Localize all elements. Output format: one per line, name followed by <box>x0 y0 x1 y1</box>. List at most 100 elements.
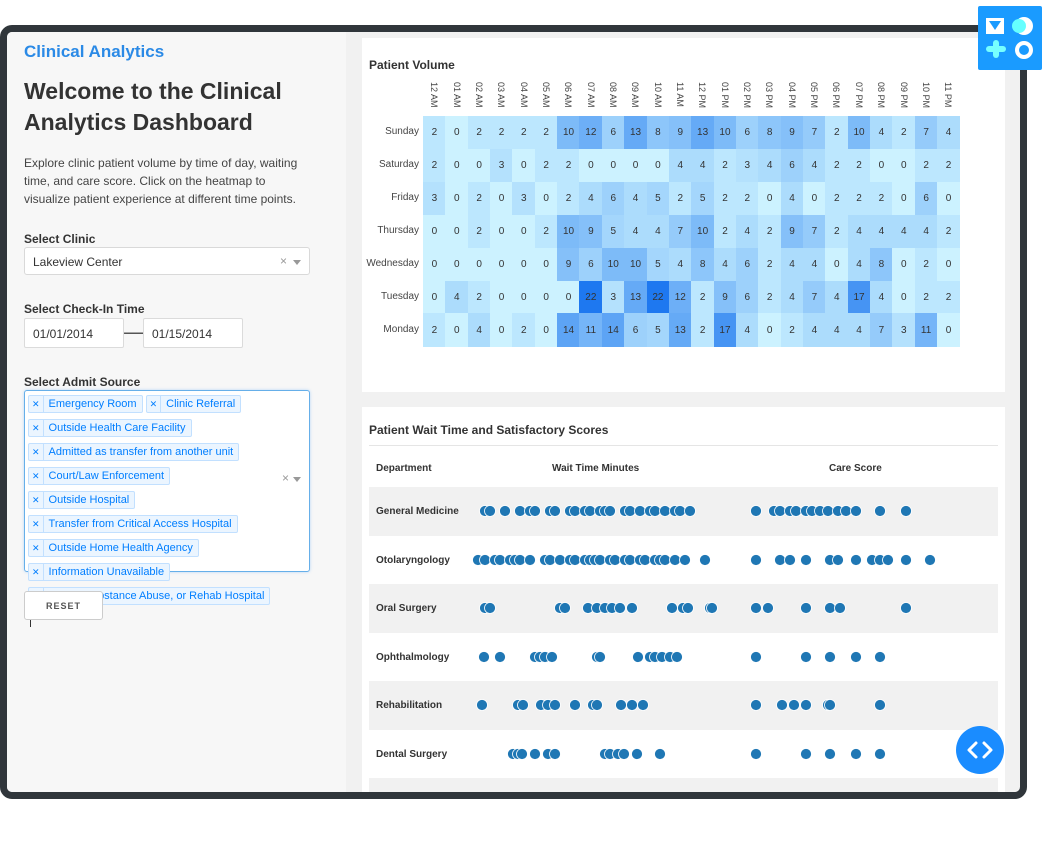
heatmap-cell[interactable]: 2 <box>825 148 849 183</box>
heatmap-cell[interactable]: 3 <box>892 313 916 347</box>
chevron-down-icon[interactable] <box>293 260 301 265</box>
remove-tag-icon[interactable]: ✕ <box>147 396 162 412</box>
heatmap-cell[interactable]: 10 <box>557 116 580 150</box>
heatmap-cell[interactable]: 2 <box>914 148 938 183</box>
wait-time-dot[interactable] <box>624 505 636 517</box>
heatmap-cell[interactable]: 2 <box>735 181 759 216</box>
heatmap-cell[interactable]: 10 <box>691 214 715 249</box>
heatmap-cell[interactable]: 4 <box>825 313 849 347</box>
care-score-dot[interactable] <box>850 747 862 760</box>
heatmap-cell[interactable]: 13 <box>624 280 647 314</box>
wait-time-dot[interactable] <box>494 553 506 566</box>
wait-time-dot[interactable] <box>682 602 694 614</box>
wait-time-dot[interactable] <box>569 699 581 711</box>
care-score-dot[interactable] <box>824 747 836 760</box>
wait-time-dot[interactable] <box>549 505 561 517</box>
heatmap-cell[interactable]: 2 <box>423 116 446 150</box>
heatmap-cell[interactable]: 13 <box>668 313 692 347</box>
heatmap-cell[interactable]: 0 <box>512 214 536 249</box>
wait-time-dot[interactable] <box>659 553 671 566</box>
wait-time-dot[interactable] <box>524 553 536 566</box>
wait-time-dot[interactable] <box>529 747 541 760</box>
heatmap-cell[interactable]: 0 <box>445 181 469 216</box>
heatmap-cell[interactable]: 4 <box>624 214 647 249</box>
heatmap-cell[interactable]: 0 <box>512 247 536 281</box>
heatmap-cell[interactable]: 4 <box>713 247 737 281</box>
wait-time-dot[interactable] <box>494 650 506 663</box>
heatmap-cell[interactable]: 2 <box>937 280 960 314</box>
heatmap-cell[interactable]: 8 <box>646 116 670 150</box>
heatmap-cell[interactable]: 0 <box>937 181 960 216</box>
heatmap-cell[interactable]: 4 <box>802 247 826 281</box>
heatmap-cell[interactable]: 22 <box>646 280 670 314</box>
care-score-dot[interactable] <box>750 505 762 517</box>
start-date-input[interactable]: 01/01/2014 <box>24 318 124 348</box>
heatmap-cell[interactable]: 5 <box>646 313 670 347</box>
heatmap-cell[interactable]: 2 <box>713 214 737 249</box>
heatmap-cell[interactable]: 2 <box>914 247 938 281</box>
heatmap-cell[interactable]: 2 <box>467 116 491 150</box>
heatmap-cell[interactable]: 4 <box>668 247 692 281</box>
heatmap-cell[interactable]: 6 <box>579 247 603 281</box>
heatmap-cell[interactable]: 0 <box>445 148 469 183</box>
heatmap-cell[interactable]: 0 <box>534 247 558 281</box>
heatmap-cell[interactable]: 7 <box>870 313 893 347</box>
heatmap-cell[interactable]: 11 <box>914 313 938 347</box>
heatmap-cell[interactable]: 6 <box>624 313 647 347</box>
heatmap-cell[interactable]: 2 <box>691 313 715 347</box>
heatmap-cell[interactable]: 4 <box>624 181 647 216</box>
heatmap-cell[interactable]: 4 <box>847 247 871 281</box>
wait-time-dot[interactable] <box>631 747 643 760</box>
heatmap-cell[interactable]: 4 <box>937 116 960 150</box>
wait-time-dot[interactable] <box>626 602 638 614</box>
heatmap-cell[interactable]: 3 <box>423 181 446 216</box>
care-score-dot[interactable] <box>822 505 834 517</box>
heatmap-cell[interactable]: 0 <box>534 313 558 347</box>
heatmap-cell[interactable]: 7 <box>668 214 692 249</box>
heatmap-cell[interactable]: 2 <box>668 181 692 216</box>
care-score-dot[interactable] <box>900 553 912 566</box>
wait-time-dot[interactable] <box>514 505 526 517</box>
heatmap-cell[interactable]: 4 <box>445 280 469 314</box>
remove-tag-icon[interactable]: ✕ <box>29 516 44 532</box>
wait-time-dot[interactable] <box>569 553 581 566</box>
wait-time-dot[interactable] <box>484 602 496 614</box>
care-score-dot[interactable] <box>774 553 786 566</box>
wait-time-dot[interactable] <box>618 747 630 760</box>
wait-time-dot[interactable] <box>554 553 566 566</box>
heatmap-cell[interactable]: 2 <box>534 116 558 150</box>
care-score-dot[interactable] <box>874 505 886 517</box>
care-score-dot[interactable] <box>850 553 862 566</box>
heatmap-cell[interactable]: 10 <box>601 247 625 281</box>
care-score-dot[interactable] <box>800 602 812 614</box>
heatmap-cell[interactable]: 0 <box>892 280 916 314</box>
wait-time-dot[interactable] <box>706 602 718 614</box>
heatmap-cell[interactable]: 0 <box>467 148 491 183</box>
wait-time-dot[interactable] <box>666 602 678 614</box>
wait-time-dot[interactable] <box>559 602 571 614</box>
wait-time-dot[interactable] <box>478 650 490 663</box>
heatmap-cell[interactable]: 6 <box>735 280 759 314</box>
heatmap-cell[interactable]: 0 <box>937 247 960 281</box>
heatmap-cell[interactable]: 12 <box>579 116 603 150</box>
care-score-dot[interactable] <box>776 699 788 711</box>
heatmap-cell[interactable]: 0 <box>579 148 603 183</box>
heatmap-cell[interactable]: 2 <box>467 181 491 216</box>
heatmap-cell[interactable]: 2 <box>713 148 737 183</box>
wait-time-dot[interactable] <box>674 505 686 517</box>
wait-time-dot[interactable] <box>529 505 541 517</box>
heatmap-cell[interactable]: 0 <box>534 181 558 216</box>
wait-time-dot[interactable] <box>632 650 644 663</box>
heatmap-cell[interactable]: 4 <box>780 247 804 281</box>
heatmap-cell[interactable]: 0 <box>490 214 513 249</box>
end-date-input[interactable]: 01/15/2014 <box>143 318 243 348</box>
care-score-dot[interactable] <box>800 747 812 760</box>
admit-source-multiselect[interactable]: ✕ Emergency Room ✕ Clinic Referral ✕ Outside … <box>24 390 310 627</box>
chevron-down-icon[interactable] <box>293 477 301 482</box>
remove-tag-icon[interactable]: ✕ <box>29 396 44 412</box>
heatmap-cell[interactable]: 0 <box>802 181 826 216</box>
wait-time-dot[interactable] <box>609 553 621 566</box>
heatmap-cell[interactable]: 4 <box>668 148 692 183</box>
heatmap-cell[interactable]: 2 <box>467 280 491 314</box>
heatmap-cell[interactable]: 2 <box>534 214 558 249</box>
